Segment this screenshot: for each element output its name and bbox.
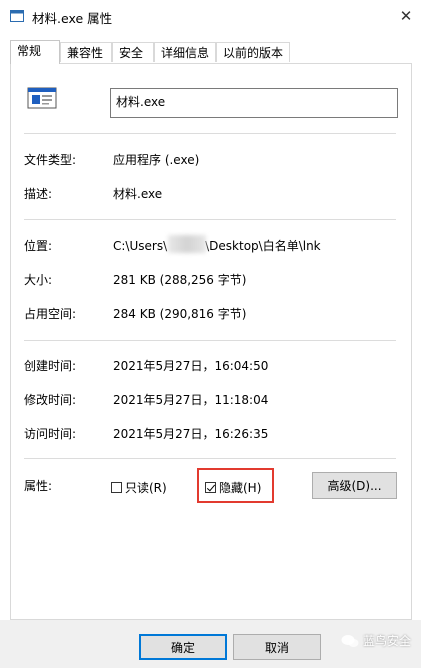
accessed-label: 访问时间: [24, 427, 77, 441]
location-label: 位置: [24, 239, 53, 253]
modified-value: 2021年5月27日，11:18:04 [113, 393, 269, 407]
hidden-checkbox-label: 隐藏(H) [219, 481, 262, 495]
advanced-button[interactable]: 高级(D)... [312, 472, 397, 499]
divider [24, 340, 396, 341]
file-type-label: 文件类型: [24, 153, 77, 167]
tab-details[interactable]: 详细信息 [154, 42, 216, 62]
watermark: 蓝鸟安全 [341, 632, 411, 649]
size-label: 大小: [24, 273, 53, 287]
description-value: 材料.exe [113, 187, 163, 201]
hidden-checkbox-box[interactable] [205, 482, 216, 493]
cancel-button[interactable]: 取消 [233, 634, 321, 660]
redaction-blur [168, 235, 206, 253]
general-panel [10, 63, 412, 620]
readonly-checkbox-label: 只读(R) [125, 481, 167, 495]
readonly-checkbox[interactable]: 只读(R) [111, 479, 167, 496]
tab-previous-versions[interactable]: 以前的版本 [216, 42, 290, 62]
disk-size-label: 占用空间: [24, 307, 77, 321]
created-value: 2021年5月27日，16:04:50 [113, 359, 269, 373]
close-icon: ✕ [399, 7, 413, 25]
tab-strip: 常规 兼容性 安全 详细信息 以前的版本 [10, 40, 410, 64]
description-label: 描述: [24, 187, 53, 201]
tab-compatibility[interactable]: 兼容性 [60, 42, 112, 62]
app-icon [10, 10, 24, 22]
tab-security[interactable]: 安全 [112, 42, 154, 62]
disk-size-value: 284 KB (290,816 字节) [113, 307, 247, 321]
wechat-icon [341, 634, 359, 647]
accessed-value: 2021年5月27日，16:26:35 [113, 427, 269, 441]
readonly-checkbox-box[interactable] [111, 482, 122, 493]
modified-label: 修改时间: [24, 393, 77, 407]
file-name-input[interactable]: 材料.exe [110, 88, 398, 118]
exe-file-icon [27, 87, 57, 109]
window-title: 材料.exe 属性 [32, 11, 113, 26]
divider [24, 133, 396, 134]
close-button[interactable]: ✕ [391, 0, 421, 32]
location-prefix: C:\Users\ [113, 239, 168, 253]
location-value: C:\Users\ \Desktop\白名单\lnk [113, 237, 321, 254]
divider [24, 219, 396, 220]
ok-button[interactable]: 确定 [139, 634, 227, 660]
hidden-checkbox[interactable]: 隐藏(H) [205, 479, 261, 496]
location-suffix: \Desktop\白名单\lnk [205, 239, 321, 253]
watermark-text: 蓝鸟安全 [362, 634, 411, 648]
divider [24, 458, 396, 459]
created-label: 创建时间: [24, 359, 77, 373]
attributes-label: 属性: [24, 479, 53, 493]
title-bar: 材料.exe 属性 ✕ [0, 0, 421, 32]
size-value: 281 KB (288,256 字节) [113, 273, 247, 287]
file-type-value: 应用程序 (.exe) [113, 153, 200, 167]
tab-general[interactable]: 常规 [10, 40, 60, 64]
